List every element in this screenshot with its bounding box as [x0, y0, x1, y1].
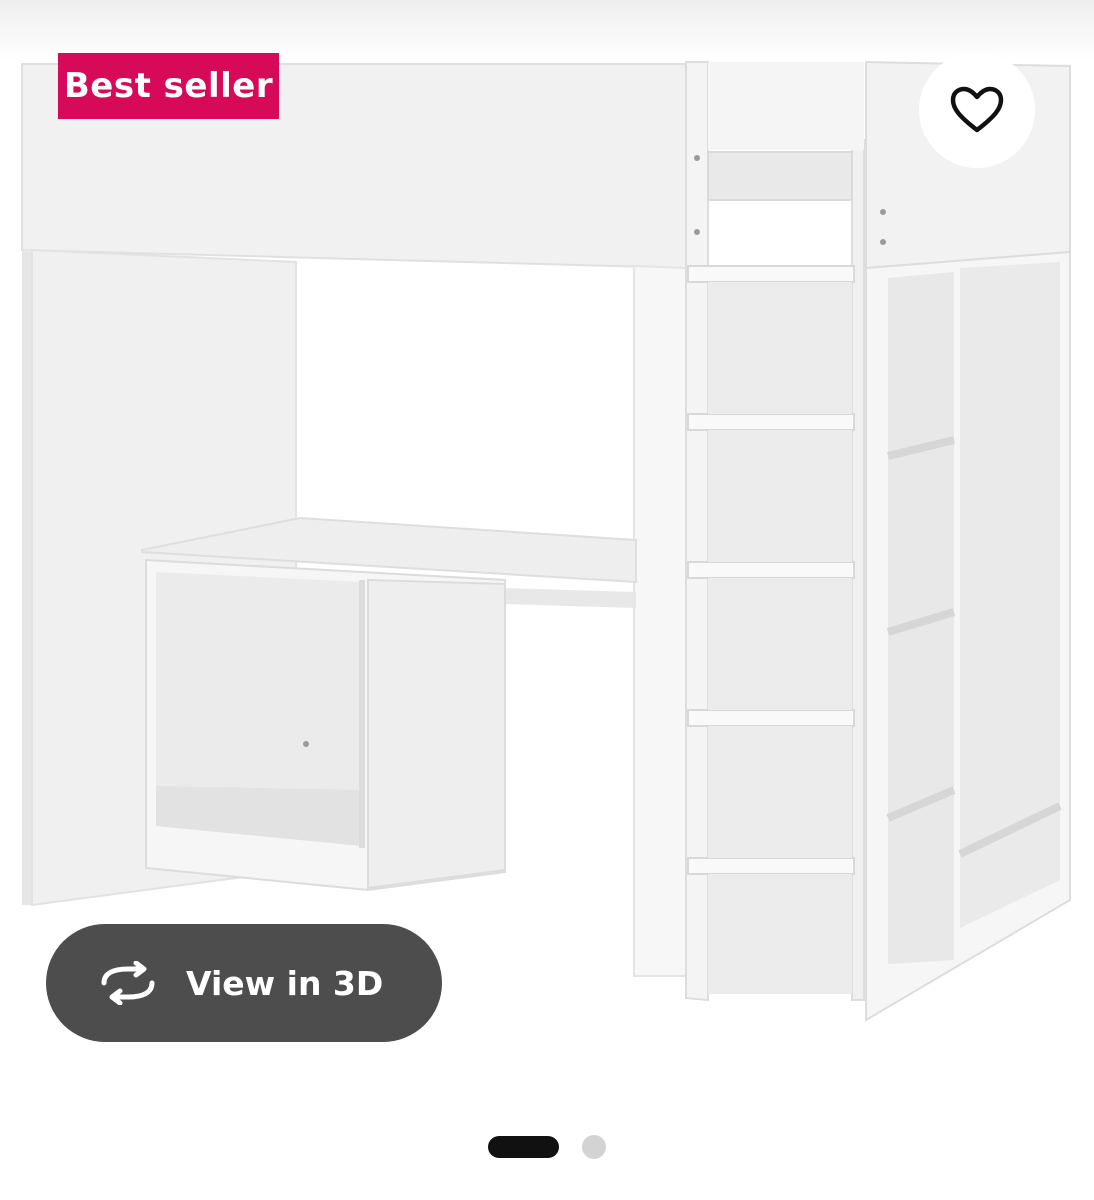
carousel-dot-active[interactable]: [488, 1136, 559, 1158]
best-seller-badge: Best seller: [58, 53, 279, 119]
heart-icon: [950, 86, 1004, 133]
carousel-indicator: [488, 1133, 608, 1161]
favorite-button[interactable]: [919, 52, 1035, 168]
view-in-3d-button[interactable]: View in 3D: [46, 924, 442, 1042]
rotate-3d-icon: [96, 961, 160, 1005]
view-in-3d-label: View in 3D: [186, 963, 384, 1003]
carousel-dot[interactable]: [582, 1135, 606, 1159]
